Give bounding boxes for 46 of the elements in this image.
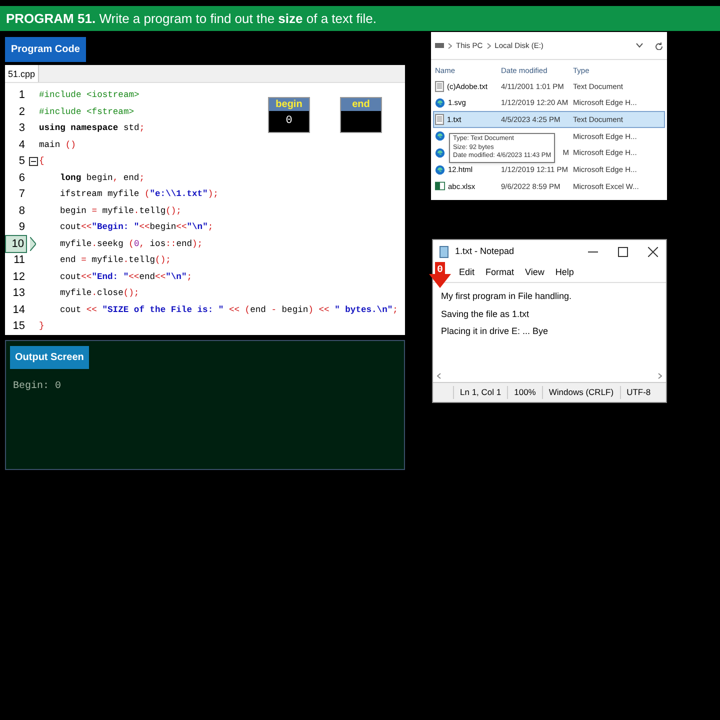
text-line: Saving the file as 1.txt [441,308,530,321]
line-number: 5 [18,154,26,169]
code-line: cout << "SIZE of the File is: " << (end - begin) << " bytes.\n"; [59,304,398,316]
code-line: #include <fstream> [39,106,134,118]
text-line: Placing it in drive E: ... Bye [441,325,550,338]
line-number: 10 [5,234,27,253]
line-number: 7 [18,187,26,202]
line-number: 8 [18,204,26,218]
code-line: main () [39,138,76,152]
text-line: My first program in File handling. [441,290,573,303]
status-item: Ln 1, Col 1 [453,386,508,399]
code-line: cout<<"Begin: "<<begin<<"\n"; [59,221,214,234]
line-number: 4 [18,138,26,152]
code-line: #include <iostream> [39,89,140,102]
line-number: 2 [18,104,26,120]
code-line: myfile.close(); [59,287,140,300]
code-line: end = myfile.tellg(); [59,254,171,267]
status-item: Windows (CRLF) [542,386,620,399]
line-number: 15 [12,319,26,334]
program-title: PROGRAM 51. Write a program to find out the size of a text file. [6,10,376,28]
line-number: 1 [18,88,26,103]
variable-name: begin [269,98,309,111]
variable-name: end [341,98,381,111]
output-line: Begin: 0 [13,380,62,394]
line-number: 6 [18,170,26,186]
line-number: 13 [12,286,26,301]
code-line: begin = myfile.tellg(); [59,204,182,218]
status-item: 100% [507,386,542,399]
code-line: cout<<"End: "<<end<<"\n"; [59,270,192,284]
line-number: 12 [12,270,26,284]
variable-value: 0 [269,111,309,132]
code-line: ifstream myfile ("e:\\1.txt"); [59,188,218,201]
status-item: UTF-8 [620,386,657,399]
output-screen-label: Output Screen [10,346,89,369]
code-line: } [39,320,44,333]
code-line: myfile.seekg (0, ios::end); [59,238,203,250]
line-number: 9 [18,220,26,235]
code-line: { [39,155,44,168]
window-title: 1.txt - Notepad [455,245,514,258]
arrow-label: 0 [437,264,444,278]
code-line: long begin, end; [59,172,144,184]
line-number: 3 [18,121,26,136]
line-number: 11 [12,253,26,268]
program-code-label: Program Code [5,37,86,62]
code-line: using namespace std; [39,122,145,135]
line-number: 14 [12,302,26,318]
